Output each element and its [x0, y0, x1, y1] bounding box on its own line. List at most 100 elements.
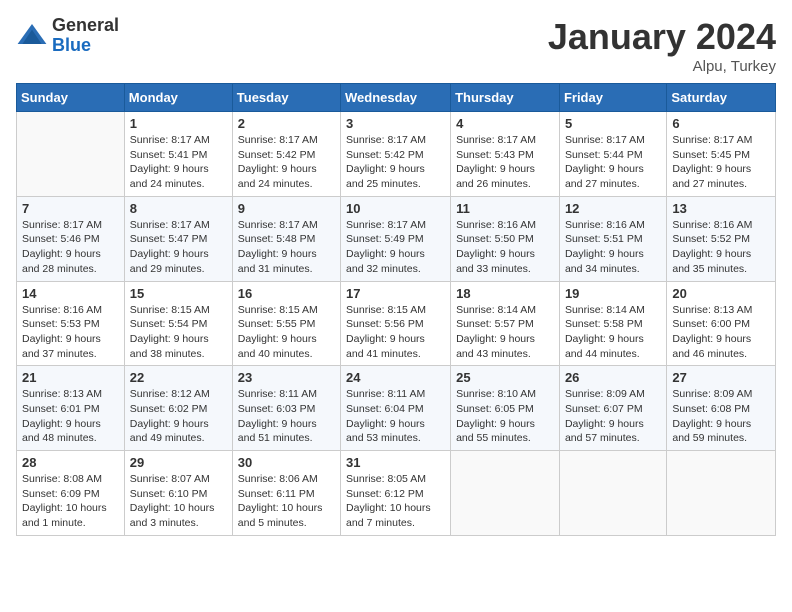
day-info: Sunrise: 8:17 AM Sunset: 5:46 PM Dayligh…	[22, 218, 119, 277]
calendar-header: SundayMondayTuesdayWednesdayThursdayFrid…	[17, 84, 776, 112]
day-info: Sunrise: 8:17 AM Sunset: 5:43 PM Dayligh…	[456, 133, 554, 192]
day-number: 20	[672, 286, 770, 301]
calendar-cell: 16 Sunrise: 8:15 AM Sunset: 5:55 PM Dayli…	[232, 281, 340, 366]
day-number: 15	[130, 286, 227, 301]
weekday-header-sunday: Sunday	[17, 84, 125, 112]
day-info: Sunrise: 8:12 AM Sunset: 6:02 PM Dayligh…	[130, 387, 227, 446]
calendar-cell: 10Sunrise: 8:17 AM Sunset: 5:49 PM Dayli…	[341, 196, 451, 281]
calendar-week-row: 21 Sunrise: 8:13 AM Sunset: 6:01 PM Dayli…	[17, 366, 776, 451]
day-number: 7	[22, 201, 119, 216]
calendar-body: 1 Sunrise: 8:17 AM Sunset: 5:41 PM Daylig…	[17, 112, 776, 536]
weekday-header-thursday: Thursday	[451, 84, 560, 112]
weekday-header-saturday: Saturday	[667, 84, 776, 112]
day-info: Sunrise: 8:14 AM Sunset: 5:57 PM Dayligh…	[456, 303, 554, 362]
day-info: Sunrise: 8:17 AM Sunset: 5:41 PM Dayligh…	[130, 133, 227, 192]
weekday-header-monday: Monday	[124, 84, 232, 112]
day-info: Sunrise: 8:14 AM Sunset: 5:58 PM Dayligh…	[565, 303, 661, 362]
logo-icon	[16, 20, 48, 52]
calendar-cell: 22 Sunrise: 8:12 AM Sunset: 6:02 PM Dayli…	[124, 366, 232, 451]
day-info: Sunrise: 8:16 AM Sunset: 5:50 PM Dayligh…	[456, 218, 554, 277]
calendar-week-row: 28 Sunrise: 8:08 AM Sunset: 6:09 PM Dayli…	[17, 451, 776, 536]
weekday-header-wednesday: Wednesday	[341, 84, 451, 112]
day-info: Sunrise: 8:16 AM Sunset: 5:51 PM Dayligh…	[565, 218, 661, 277]
calendar-cell: 23 Sunrise: 8:11 AM Sunset: 6:03 PM Dayli…	[232, 366, 340, 451]
calendar-cell: 31 Sunrise: 8:05 AM Sunset: 6:12 PM Dayli…	[341, 451, 451, 536]
day-number: 28	[22, 455, 119, 470]
calendar-cell: 2 Sunrise: 8:17 AM Sunset: 5:42 PM Daylig…	[232, 112, 340, 197]
day-number: 14	[22, 286, 119, 301]
logo-text: General Blue	[52, 16, 119, 56]
calendar-cell: 11 Sunrise: 8:16 AM Sunset: 5:50 PM Dayli…	[451, 196, 560, 281]
day-info: Sunrise: 8:17 AM Sunset: 5:48 PM Dayligh…	[238, 218, 335, 277]
calendar-week-row: 7 Sunrise: 8:17 AM Sunset: 5:46 PM Daylig…	[17, 196, 776, 281]
day-info: Sunrise: 8:13 AM Sunset: 6:01 PM Dayligh…	[22, 387, 119, 446]
day-info: Sunrise: 8:05 AM Sunset: 6:12 PM Dayligh…	[346, 472, 445, 531]
day-info: Sunrise: 8:10 AM Sunset: 6:05 PM Dayligh…	[456, 387, 554, 446]
day-info: Sunrise: 8:06 AM Sunset: 6:11 PM Dayligh…	[238, 472, 335, 531]
day-info: Sunrise: 8:17 AM Sunset: 5:42 PM Dayligh…	[346, 133, 445, 192]
calendar-cell	[559, 451, 666, 536]
day-info: Sunrise: 8:15 AM Sunset: 5:56 PM Dayligh…	[346, 303, 445, 362]
calendar-cell: 3Sunrise: 8:17 AM Sunset: 5:42 PM Daylig…	[341, 112, 451, 197]
weekday-header-row: SundayMondayTuesdayWednesdayThursdayFrid…	[17, 84, 776, 112]
day-number: 12	[565, 201, 661, 216]
day-number: 1	[130, 116, 227, 131]
day-number: 10	[346, 201, 445, 216]
calendar-cell: 19Sunrise: 8:14 AM Sunset: 5:58 PM Dayli…	[559, 281, 666, 366]
day-info: Sunrise: 8:17 AM Sunset: 5:42 PM Dayligh…	[238, 133, 335, 192]
day-number: 13	[672, 201, 770, 216]
month-title: January 2024	[548, 16, 776, 58]
calendar-cell: 30Sunrise: 8:06 AM Sunset: 6:11 PM Dayli…	[232, 451, 340, 536]
day-number: 26	[565, 370, 661, 385]
calendar-cell: 25 Sunrise: 8:10 AM Sunset: 6:05 PM Dayli…	[451, 366, 560, 451]
logo-general-text: General	[52, 16, 119, 36]
calendar-cell: 5Sunrise: 8:17 AM Sunset: 5:44 PM Daylig…	[559, 112, 666, 197]
day-info: Sunrise: 8:15 AM Sunset: 5:55 PM Dayligh…	[238, 303, 335, 362]
calendar-cell: 17 Sunrise: 8:15 AM Sunset: 5:56 PM Dayli…	[341, 281, 451, 366]
header: General Blue January 2024 Alpu, Turkey	[16, 16, 776, 75]
logo: General Blue	[16, 16, 119, 56]
calendar-cell: 12 Sunrise: 8:16 AM Sunset: 5:51 PM Dayli…	[559, 196, 666, 281]
calendar-cell: 20 Sunrise: 8:13 AM Sunset: 6:00 PM Dayli…	[667, 281, 776, 366]
calendar-cell: 18Sunrise: 8:14 AM Sunset: 5:57 PM Dayli…	[451, 281, 560, 366]
calendar-cell: 27 Sunrise: 8:09 AM Sunset: 6:08 PM Dayli…	[667, 366, 776, 451]
day-info: Sunrise: 8:16 AM Sunset: 5:52 PM Dayligh…	[672, 218, 770, 277]
day-info: Sunrise: 8:11 AM Sunset: 6:04 PM Dayligh…	[346, 387, 445, 446]
day-info: Sunrise: 8:09 AM Sunset: 6:08 PM Dayligh…	[672, 387, 770, 446]
day-number: 21	[22, 370, 119, 385]
day-info: Sunrise: 8:17 AM Sunset: 5:47 PM Dayligh…	[130, 218, 227, 277]
calendar-cell: 14 Sunrise: 8:16 AM Sunset: 5:53 PM Dayli…	[17, 281, 125, 366]
day-number: 22	[130, 370, 227, 385]
day-number: 8	[130, 201, 227, 216]
day-number: 23	[238, 370, 335, 385]
day-number: 25	[456, 370, 554, 385]
location: Alpu, Turkey	[548, 58, 776, 75]
day-number: 27	[672, 370, 770, 385]
day-number: 31	[346, 455, 445, 470]
calendar-week-row: 1 Sunrise: 8:17 AM Sunset: 5:41 PM Daylig…	[17, 112, 776, 197]
day-number: 29	[130, 455, 227, 470]
day-number: 2	[238, 116, 335, 131]
day-number: 17	[346, 286, 445, 301]
day-info: Sunrise: 8:11 AM Sunset: 6:03 PM Dayligh…	[238, 387, 335, 446]
day-info: Sunrise: 8:08 AM Sunset: 6:09 PM Dayligh…	[22, 472, 119, 531]
day-number: 6	[672, 116, 770, 131]
day-number: 11	[456, 201, 554, 216]
calendar-cell: 4Sunrise: 8:17 AM Sunset: 5:43 PM Daylig…	[451, 112, 560, 197]
day-info: Sunrise: 8:13 AM Sunset: 6:00 PM Dayligh…	[672, 303, 770, 362]
day-number: 24	[346, 370, 445, 385]
calendar-cell: 28 Sunrise: 8:08 AM Sunset: 6:09 PM Dayli…	[17, 451, 125, 536]
title-area: January 2024 Alpu, Turkey	[548, 16, 776, 75]
calendar-cell: 21 Sunrise: 8:13 AM Sunset: 6:01 PM Dayli…	[17, 366, 125, 451]
weekday-header-tuesday: Tuesday	[232, 84, 340, 112]
calendar-cell: 8 Sunrise: 8:17 AM Sunset: 5:47 PM Daylig…	[124, 196, 232, 281]
day-number: 16	[238, 286, 335, 301]
day-info: Sunrise: 8:16 AM Sunset: 5:53 PM Dayligh…	[22, 303, 119, 362]
day-info: Sunrise: 8:09 AM Sunset: 6:07 PM Dayligh…	[565, 387, 661, 446]
calendar-cell	[451, 451, 560, 536]
calendar-cell: 1 Sunrise: 8:17 AM Sunset: 5:41 PM Daylig…	[124, 112, 232, 197]
calendar-cell: 9Sunrise: 8:17 AM Sunset: 5:48 PM Daylig…	[232, 196, 340, 281]
calendar-cell	[667, 451, 776, 536]
calendar-cell: 29Sunrise: 8:07 AM Sunset: 6:10 PM Dayli…	[124, 451, 232, 536]
day-info: Sunrise: 8:15 AM Sunset: 5:54 PM Dayligh…	[130, 303, 227, 362]
